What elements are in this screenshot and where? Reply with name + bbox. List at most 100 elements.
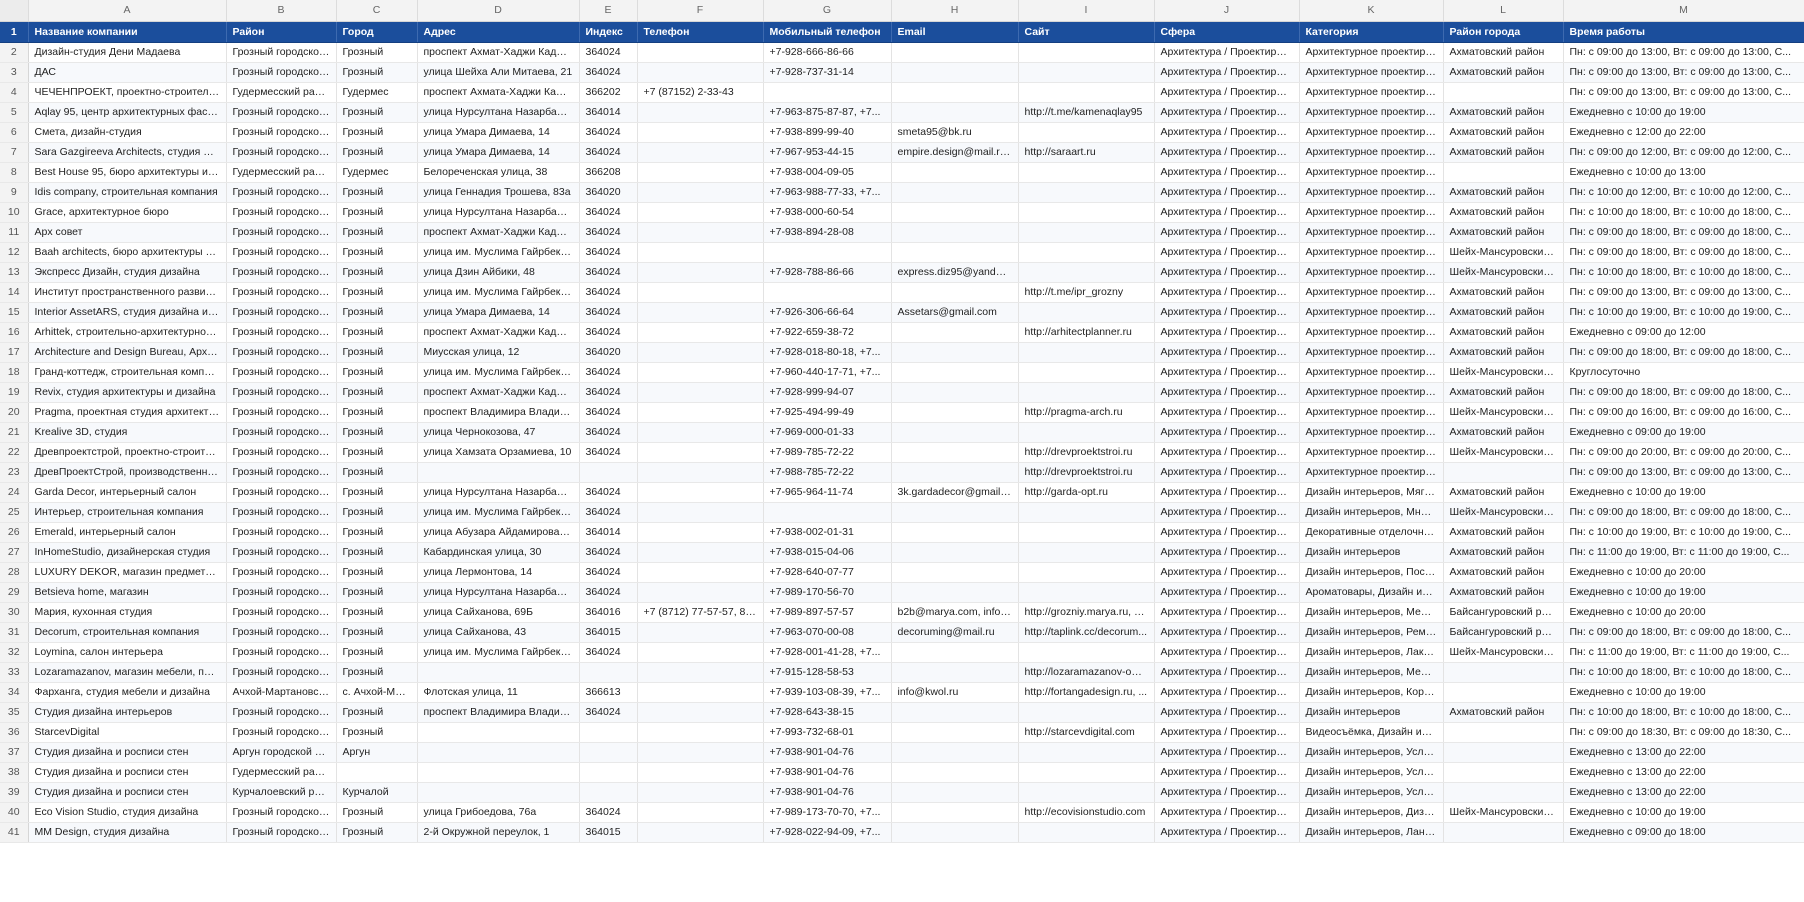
cell[interactable]: Архитектурное проектиро... [1299, 162, 1444, 183]
cell[interactable] [579, 742, 638, 763]
row-number[interactable]: 38 [0, 762, 29, 783]
cell[interactable]: Дизайн интерьеров [1299, 702, 1444, 723]
cell[interactable]: Грозный [336, 502, 418, 523]
cell[interactable]: Ахматовский район [1443, 222, 1564, 243]
row-number[interactable]: 8 [0, 162, 29, 183]
cell[interactable] [1018, 122, 1155, 143]
cell[interactable]: улица Нурсултана Назарбаева... [417, 582, 580, 603]
cell[interactable] [891, 382, 1019, 403]
header-cell[interactable]: Категория [1299, 21, 1444, 43]
row-number[interactable]: 34 [0, 682, 29, 703]
cell[interactable] [637, 502, 764, 523]
cell[interactable]: 364024 [579, 42, 638, 63]
row-number[interactable]: 32 [0, 642, 29, 663]
cell[interactable]: 364024 [579, 202, 638, 223]
cell[interactable]: Ахматовский район [1443, 182, 1564, 203]
cell[interactable]: http://t.me/ipr_grozny [1018, 282, 1155, 303]
cell[interactable]: Пн: с 09:00 до 18:00, Вт: с 09:00 до 18:… [1563, 222, 1804, 243]
cell[interactable] [1018, 222, 1155, 243]
cell[interactable]: Ахматовский район [1443, 322, 1564, 343]
cell[interactable]: Пн: с 09:00 до 12:00, Вт: с 09:00 до 12:… [1563, 142, 1804, 163]
cell[interactable]: Архитектура / Проектиров... [1154, 362, 1300, 383]
cell[interactable]: http://fortangadesign.ru, ... [1018, 682, 1155, 703]
cell[interactable]: Архитектурное проектиро... [1299, 202, 1444, 223]
cell[interactable]: Грозный городской ок... [226, 342, 337, 363]
cell[interactable] [891, 202, 1019, 223]
cell[interactable]: Шейх-Мансуровский... [1443, 502, 1564, 523]
cell[interactable]: Смета, дизайн-студия [28, 122, 227, 143]
cell[interactable]: +7-938-901-04-76 [763, 742, 892, 763]
cell[interactable]: 364014 [579, 522, 638, 543]
cell[interactable]: проспект Владимира Владими... [417, 402, 580, 423]
cell[interactable]: Архитектура / Проектиров... [1154, 422, 1300, 443]
cell[interactable] [891, 742, 1019, 763]
cell[interactable]: улица Шейха Али Митаева, 21 [417, 62, 580, 83]
column-letter-f[interactable]: F [637, 0, 764, 22]
cell[interactable]: LUXURY DEKOR, магазин предметов и... [28, 562, 227, 583]
cell[interactable] [417, 662, 580, 683]
cell[interactable] [891, 562, 1019, 583]
cell[interactable] [637, 462, 764, 483]
cell[interactable]: Ахматовский район [1443, 382, 1564, 403]
cell[interactable] [637, 102, 764, 123]
cell[interactable]: Архитектура / Проектиров... [1154, 122, 1300, 143]
cell[interactable] [1018, 422, 1155, 443]
cell[interactable]: 364024 [579, 262, 638, 283]
cell[interactable]: Архитектура / Проектиров... [1154, 762, 1300, 783]
cell[interactable]: Грозный [336, 62, 418, 83]
cell[interactable]: Архитектура / Проектиров... [1154, 542, 1300, 563]
cell[interactable] [1018, 542, 1155, 563]
cell[interactable]: Пн: с 10:00 до 19:00, Вт: с 10:00 до 19:… [1563, 522, 1804, 543]
column-letter-a[interactable]: A [28, 0, 227, 22]
cell[interactable]: Грозный [336, 662, 418, 683]
cell[interactable]: Архитектура / Проектиров... [1154, 42, 1300, 63]
cell[interactable]: Грозный [336, 802, 418, 823]
cell[interactable]: улица Умара Димаева, 14 [417, 122, 580, 143]
cell[interactable] [637, 662, 764, 683]
cell[interactable]: Архитектура / Проектиров... [1154, 242, 1300, 263]
cell[interactable]: Idis company, строительная компания [28, 182, 227, 203]
cell[interactable] [637, 362, 764, 383]
cell[interactable]: Ежедневно с 10:00 до 20:00 [1563, 562, 1804, 583]
cell[interactable]: Архитектура / Проектиров... [1154, 602, 1300, 623]
cell[interactable] [637, 182, 764, 203]
cell[interactable]: Шейх-Мансуровский... [1443, 802, 1564, 823]
cell[interactable] [1018, 182, 1155, 203]
cell[interactable]: Архитектурное проектиро... [1299, 402, 1444, 423]
cell[interactable]: 364024 [579, 482, 638, 503]
cell[interactable]: Кабардинская улица, 30 [417, 542, 580, 563]
column-letter-i[interactable]: I [1018, 0, 1155, 22]
cell[interactable] [891, 402, 1019, 423]
header-cell[interactable]: Название компании [28, 21, 227, 43]
cell[interactable]: +7-993-732-68-01 [763, 722, 892, 743]
cell[interactable] [579, 722, 638, 743]
cell[interactable]: 364024 [579, 502, 638, 523]
cell[interactable]: Архитектура / Проектиров... [1154, 782, 1300, 803]
cell[interactable]: +7-928-018-80-18, +7... [763, 342, 892, 363]
cell[interactable]: http://drevproektstroi.ru [1018, 462, 1155, 483]
cell[interactable]: +7 (8712) 77-57-57, 8-... [637, 602, 764, 623]
cell[interactable]: улица Дзин Айбики, 48 [417, 262, 580, 283]
cell[interactable]: Шейх-Мансуровский... [1443, 242, 1564, 263]
cell[interactable]: Ахматовский район [1443, 702, 1564, 723]
cell[interactable]: Ежедневно с 10:00 до 19:00 [1563, 482, 1804, 503]
cell[interactable]: MM Design, студия дизайна [28, 822, 227, 843]
column-letter-l[interactable]: L [1443, 0, 1564, 22]
cell[interactable] [1443, 82, 1564, 103]
cell[interactable]: Пн: с 09:00 до 13:00, Вт: с 09:00 до 13:… [1563, 62, 1804, 83]
cell[interactable]: 364024 [579, 122, 638, 143]
cell[interactable]: 364024 [579, 302, 638, 323]
row-number[interactable]: 24 [0, 482, 29, 503]
cell[interactable]: Грозный городской ок... [226, 62, 337, 83]
cell[interactable]: Baah architects, бюро архитектуры и д... [28, 242, 227, 263]
cell[interactable]: Грозный городской ок... [226, 662, 337, 683]
cell[interactable]: Архитектура / Проектиров... [1154, 102, 1300, 123]
cell[interactable]: Архитектурное проектиро... [1299, 242, 1444, 263]
cell[interactable]: улица Умара Димаева, 14 [417, 302, 580, 323]
cell[interactable]: Ахматовский район [1443, 122, 1564, 143]
cell[interactable]: +7-928-999-94-07 [763, 382, 892, 403]
cell[interactable]: Аргун [336, 742, 418, 763]
cell[interactable] [1443, 762, 1564, 783]
row-number[interactable]: 5 [0, 102, 29, 123]
cell[interactable]: Грозный [336, 322, 418, 343]
